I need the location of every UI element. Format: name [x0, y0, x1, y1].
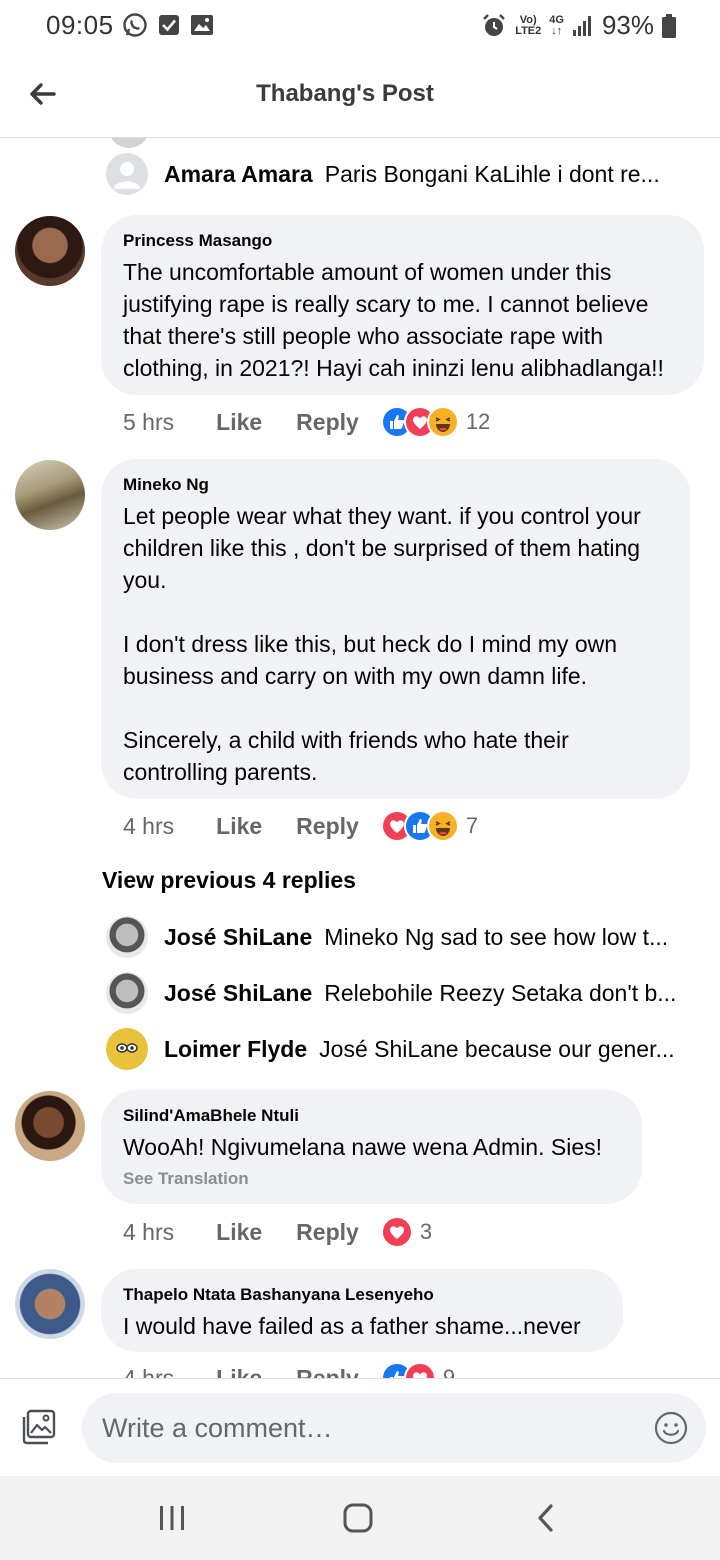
comment-actions: 4 hrs Like Reply 9	[123, 1362, 455, 1378]
reply-author[interactable]: José ShiLane	[164, 980, 312, 1007]
reaction-summary[interactable]	[380, 406, 459, 438]
chevron-left-icon	[538, 1504, 553, 1532]
alarm-icon	[483, 13, 506, 36]
comment-text: WooAh! Ngivumelana nawe wena Admin. Sies…	[123, 1134, 603, 1160]
page-title: Thabang's Post	[256, 80, 434, 107]
volte-indicator: Vo) LTE2	[515, 13, 542, 37]
reply-text: José ShiLane because our gener...	[319, 1035, 675, 1062]
reply-text: Paris Bongani KaLihle i dont re...	[324, 160, 660, 187]
reply-author[interactable]: Loimer Flyde	[164, 1036, 307, 1063]
comment-time[interactable]: 5 hrs	[123, 409, 174, 436]
avatar	[108, 138, 150, 148]
reaction-count[interactable]: 3	[420, 1219, 432, 1245]
comment-time[interactable]: 4 hrs	[123, 1219, 174, 1246]
avatar[interactable]	[106, 1028, 148, 1070]
reply-button[interactable]: Reply	[296, 409, 359, 436]
system-icons: Vo) LTE2 4G ↓↑ 93%	[481, 10, 676, 41]
avatar[interactable]	[15, 1091, 85, 1161]
recent-apps-button[interactable]	[152, 1498, 192, 1538]
comment-time[interactable]: 4 hrs	[123, 813, 174, 840]
reply-preview[interactable]: Amara Amara Paris Bongani KaLihle i dont…	[106, 153, 686, 195]
notification-icons	[122, 12, 214, 38]
status-time: 09:05	[46, 10, 114, 40]
network-gen-indicator: 4G ↓↑	[549, 13, 564, 37]
haha-reaction-icon	[426, 810, 459, 842]
reply-preview[interactable]: José ShiLane Mineko Ng sad to see how lo…	[106, 916, 686, 958]
emoji-button[interactable]	[654, 1411, 688, 1450]
avatar[interactable]	[106, 972, 148, 1014]
like-button[interactable]: Like	[216, 1365, 262, 1379]
photo-icon	[22, 1409, 56, 1445]
comment-author[interactable]: Thapelo Ntata Bashanyana Lesenyeho	[123, 1285, 601, 1305]
reaction-count[interactable]: 9	[443, 1365, 455, 1378]
avatar[interactable]	[15, 1269, 85, 1339]
comment-text: The uncomfortable amount of women under …	[123, 259, 664, 381]
love-reaction-icon	[380, 1216, 413, 1248]
haha-reaction-icon	[426, 406, 459, 438]
reply-text: Relebohile Reezy Setaka don't b...	[324, 979, 677, 1006]
like-button[interactable]: Like	[216, 1219, 262, 1246]
reply-button[interactable]: Reply	[296, 813, 359, 840]
comment-time[interactable]: 4 hrs	[123, 1365, 174, 1379]
comment-text: I would have failed as a father shame...…	[123, 1313, 581, 1339]
smiley-icon	[654, 1411, 688, 1445]
comment-bubble[interactable]: Princess Masango The uncomfortable amoun…	[101, 215, 704, 395]
comment-actions: 4 hrs Like Reply 7	[123, 810, 478, 842]
avatar[interactable]	[15, 460, 85, 530]
whatsapp-icon	[123, 13, 147, 37]
reply-button[interactable]: Reply	[296, 1365, 359, 1379]
like-button[interactable]: Like	[216, 813, 262, 840]
home-button[interactable]	[338, 1498, 378, 1538]
reply-preview[interactable]: José ShiLane Relebohile Reezy Setaka don…	[106, 972, 686, 1014]
comment-bubble[interactable]: Thapelo Ntata Bashanyana Lesenyeho I wou…	[101, 1269, 623, 1352]
comment-author[interactable]: Mineko Ng	[123, 475, 668, 495]
like-button[interactable]: Like	[216, 409, 262, 436]
comment-bubble[interactable]: Mineko Ng Let people wear what they want…	[101, 459, 690, 799]
reply-author[interactable]: José ShiLane	[164, 924, 312, 951]
view-previous-replies-link[interactable]: View previous 4 replies	[102, 867, 356, 894]
gallery-icon	[191, 15, 213, 35]
comment-actions: 5 hrs Like Reply 12	[123, 406, 490, 438]
signal-icon	[572, 15, 591, 36]
see-translation-link[interactable]: See Translation	[123, 1169, 620, 1189]
android-navigation-bar	[0, 1476, 720, 1560]
comment-author[interactable]: Princess Masango	[123, 231, 682, 251]
checkbox-icon	[159, 15, 179, 35]
battery-icon	[662, 13, 676, 38]
comment-bubble[interactable]: Silind'AmaBhele Ntuli WooAh! Ngivumelana…	[101, 1090, 642, 1204]
battery-percent: 93%	[601, 10, 654, 40]
avatar[interactable]	[106, 916, 148, 958]
comment-input[interactable]	[82, 1393, 706, 1463]
reaction-summary[interactable]	[380, 810, 459, 842]
status-bar: 09:05 Vo) LTE2 4G ↓↑ 93%	[0, 0, 720, 52]
comment-actions: 4 hrs Like Reply 3	[123, 1216, 432, 1248]
reaction-count[interactable]: 7	[466, 813, 478, 839]
reaction-count[interactable]: 12	[466, 409, 490, 435]
reply-preview[interactable]: Loimer Flyde José ShiLane because our ge…	[106, 1028, 686, 1070]
home-icon	[343, 1503, 373, 1533]
comment-composer	[0, 1378, 720, 1477]
reply-author[interactable]: Amara Amara	[164, 161, 313, 188]
post-header: Thabang's Post	[0, 52, 720, 138]
comment-text: Let people wear what they want. if you c…	[123, 503, 641, 785]
back-nav-button[interactable]	[526, 1498, 566, 1538]
reaction-summary[interactable]	[380, 1362, 436, 1378]
recent-apps-icon	[160, 1506, 184, 1530]
avatar[interactable]	[15, 216, 85, 286]
comment-author[interactable]: Silind'AmaBhele Ntuli	[123, 1106, 620, 1126]
default-avatar-icon[interactable]	[106, 153, 148, 195]
love-reaction-icon	[403, 1362, 436, 1378]
reply-text: Mineko Ng sad to see how low t...	[324, 923, 669, 950]
comments-list[interactable]: Amara Amara Paris Bongani KaLihle i dont…	[0, 138, 720, 1378]
reaction-summary[interactable]	[380, 1216, 413, 1248]
reply-button[interactable]: Reply	[296, 1219, 359, 1246]
photo-button[interactable]	[20, 1407, 60, 1452]
